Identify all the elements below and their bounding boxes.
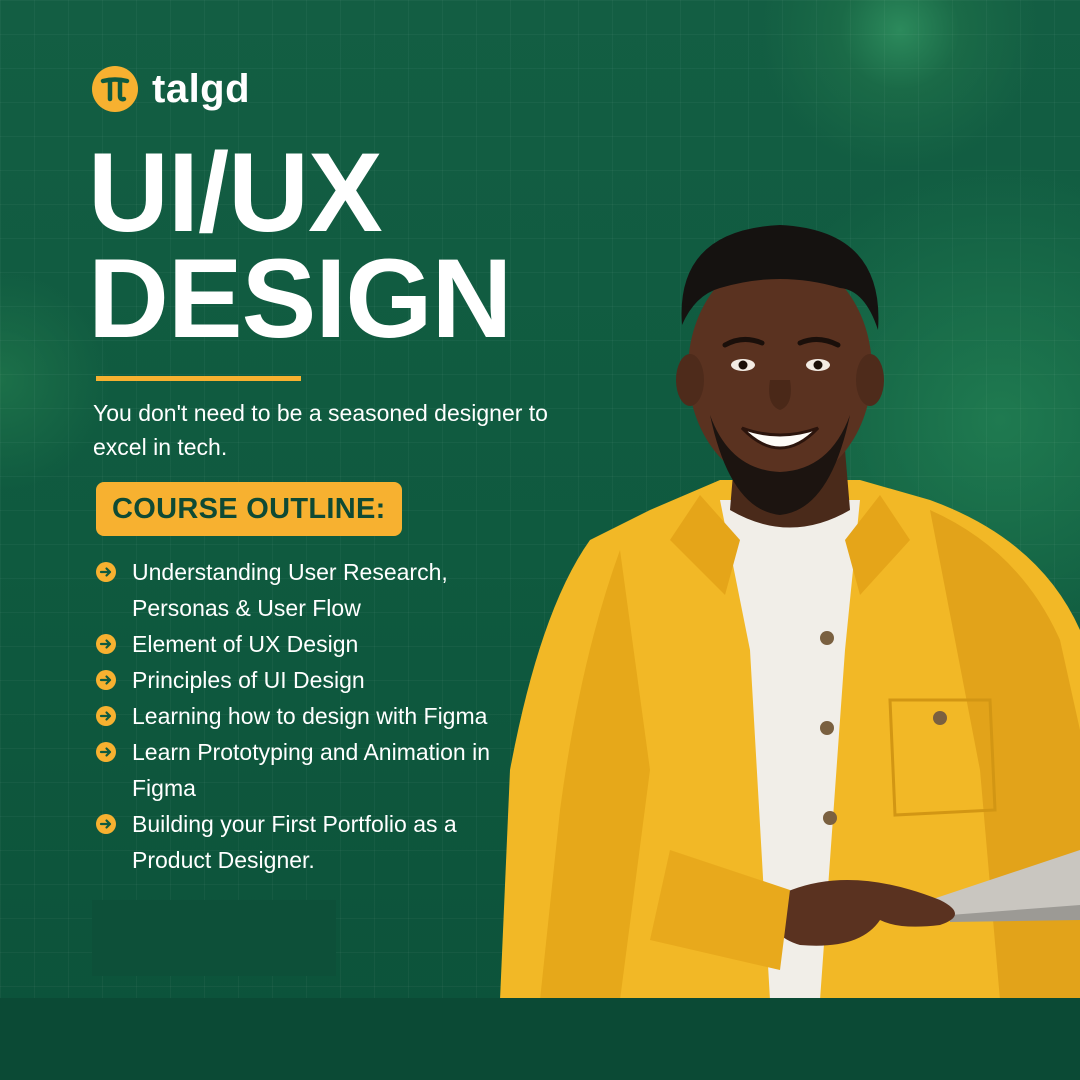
brand-logo[interactable]: talgd [92,66,250,112]
brand-name: talgd [152,66,251,111]
divider [96,376,301,381]
footer-bar [0,998,1080,1080]
list-item-text: Element of UX Design [132,631,359,657]
list-item-text: Learning how to design with Figma [132,703,488,729]
list-item-text: Building your First Portfolio as a Produ… [132,811,457,873]
list-item: Building your First Portfolio as a Produ… [94,806,534,878]
arrow-circle-right-icon [96,742,116,762]
list-item-text: Learn Prototyping and Animation in Figma [132,739,491,801]
list-item: Element of UX Design [94,626,534,662]
page-title: UI/UX DESIGN [88,130,512,361]
poster: talgd UI/UX DESIGN You don't need to be … [0,0,1080,1080]
arrow-circle-right-icon [96,670,116,690]
title-line-1: UI/UX [88,130,383,255]
arrow-circle-right-icon [96,562,116,582]
list-item: Learn Prototyping and Animation in Figma [94,734,534,806]
list-item-text: Understanding User Research, Personas & … [132,559,448,621]
arrow-circle-right-icon [96,634,116,654]
course-outline-badge: COURSE OUTLINE: [96,482,402,536]
title-line-2: DESIGN [88,236,512,361]
list-item: Understanding User Research, Personas & … [94,554,534,626]
list-item-text: Principles of UI Design [132,667,365,693]
smiling-man-photo [500,225,1080,1000]
arrow-circle-right-icon [96,706,116,726]
list-item: Principles of UI Design [94,662,534,698]
pi-logo-icon [92,66,138,112]
course-outline-list: Understanding User Research, Personas & … [94,554,534,878]
list-item: Learning how to design with Figma [94,698,534,734]
arrow-circle-right-icon [96,814,116,834]
placeholder-panel [92,900,336,976]
